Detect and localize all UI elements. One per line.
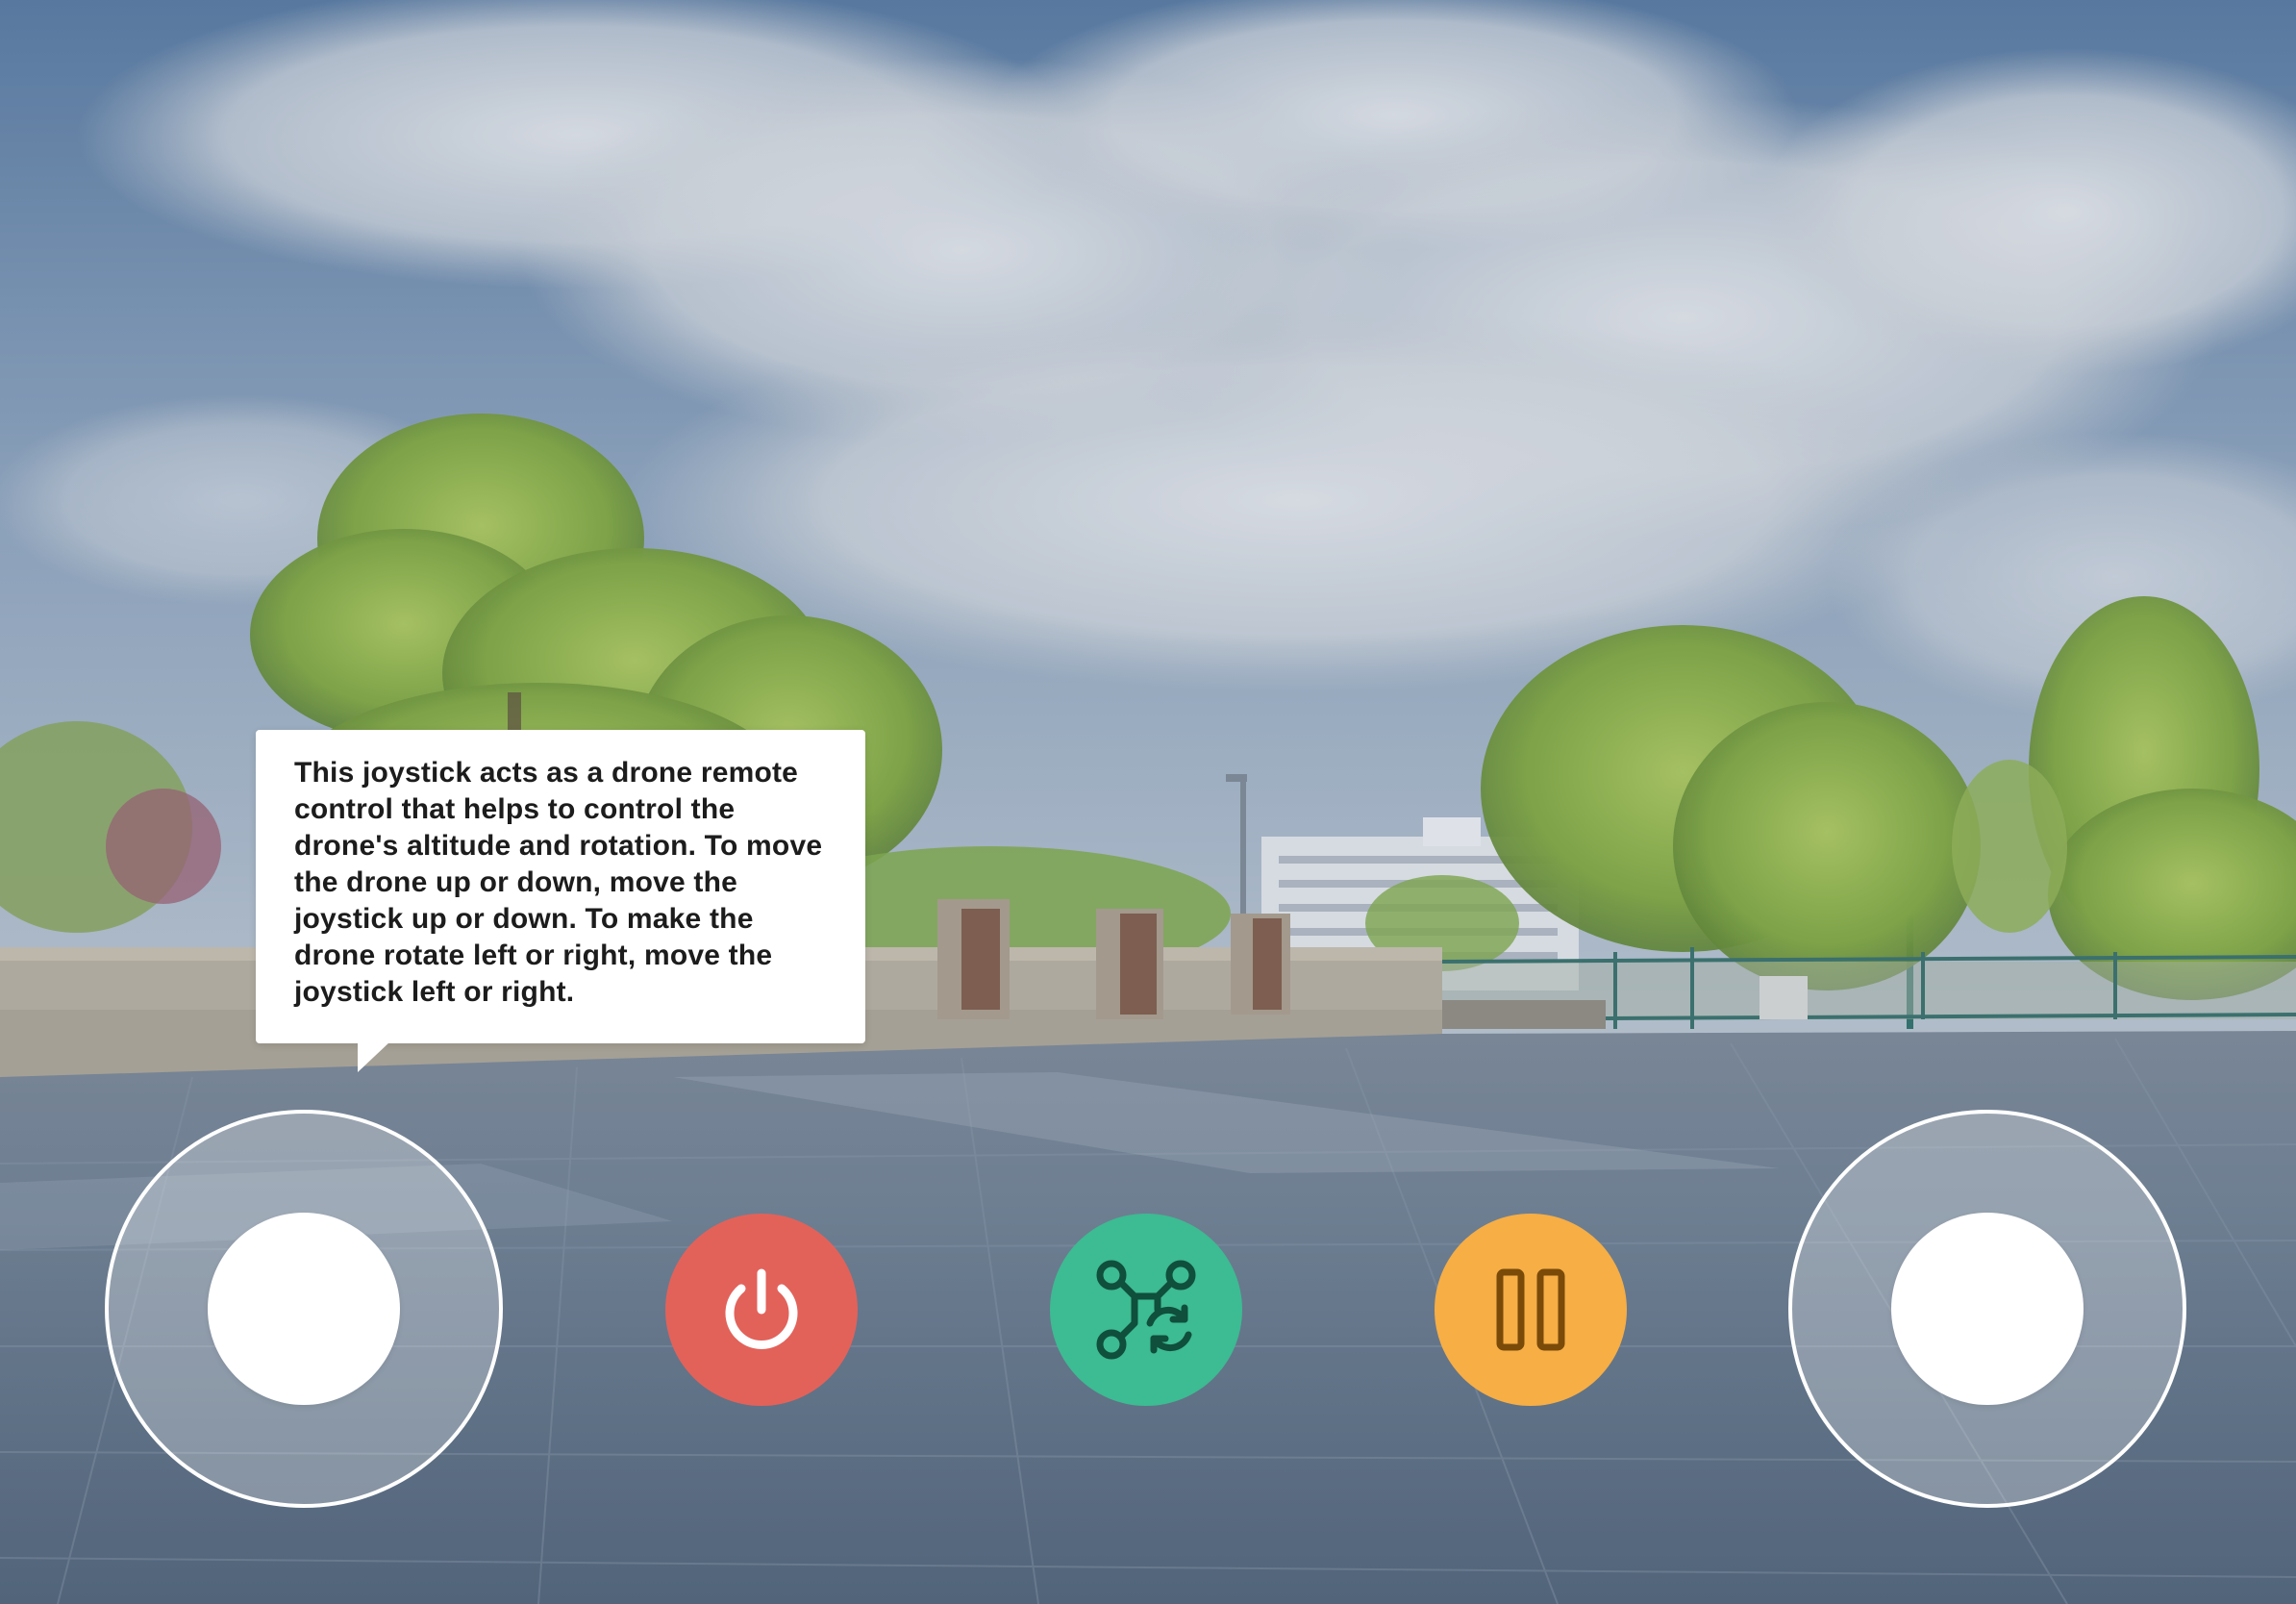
right-joystick-knob[interactable] (1891, 1213, 2084, 1405)
power-icon (715, 1264, 808, 1356)
left-joystick-knob[interactable] (208, 1213, 400, 1405)
joystick-tooltip: This joystick acts as a drone remote con… (256, 730, 865, 1072)
drone-camera-view: This joystick acts as a drone remote con… (0, 0, 2296, 1604)
pause-icon (1492, 1266, 1569, 1353)
drone-rotate-icon (1092, 1256, 1200, 1364)
tooltip-text: This joystick acts as a drone remote con… (294, 757, 823, 1008)
pause-button[interactable] (1435, 1214, 1627, 1406)
right-joystick[interactable] (1788, 1110, 2186, 1508)
drone-mode-button[interactable] (1050, 1214, 1242, 1406)
tooltip-pointer (358, 1041, 390, 1072)
left-joystick[interactable] (105, 1110, 503, 1508)
power-button[interactable] (665, 1214, 858, 1406)
